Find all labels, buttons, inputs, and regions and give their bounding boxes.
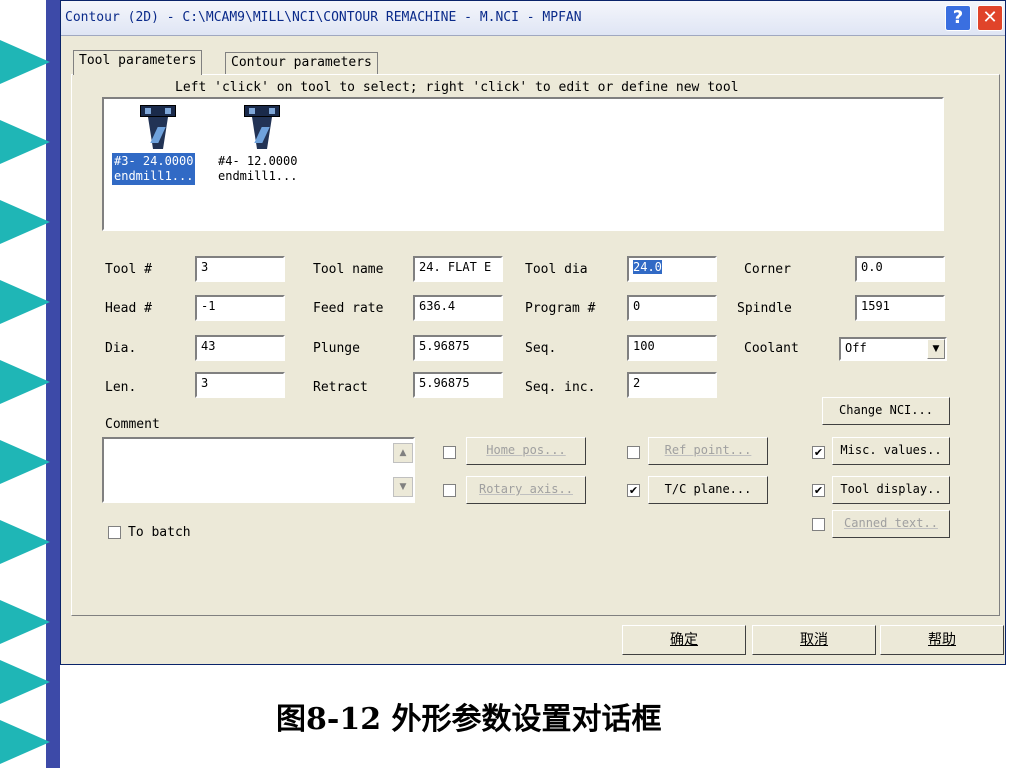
- figure-caption: 图8-12 外形参数设置对话框: [276, 702, 662, 737]
- tool-label: #3- 24.0000 endmill1...: [112, 153, 196, 185]
- to-batch-label: To batch: [128, 525, 191, 540]
- coolant-select[interactable]: Off ▼: [839, 337, 947, 361]
- plunge-field[interactable]: 5.96875: [413, 335, 503, 361]
- tab-contour-parameters[interactable]: Contour parameters: [225, 52, 378, 75]
- feed-rate-field[interactable]: 636.4: [413, 295, 503, 321]
- close-icon[interactable]: ✕: [977, 5, 1003, 31]
- coolant-value: Off: [845, 341, 867, 355]
- tool-item[interactable]: #4- 12.0000 endmill1...: [216, 105, 326, 185]
- tool-list[interactable]: #3- 24.0000 endmill1... #4- 12.0000 endm…: [102, 97, 944, 231]
- seq-inc-field[interactable]: 2: [627, 372, 717, 398]
- help-button[interactable]: 帮助: [880, 625, 1004, 655]
- spindle-field[interactable]: 1591: [855, 295, 945, 321]
- program-num-field[interactable]: 0: [627, 295, 717, 321]
- tool-name-field[interactable]: 24. FLAT E: [413, 256, 503, 282]
- question-icon[interactable]: ?: [945, 5, 971, 31]
- chevron-down-icon[interactable]: ▼: [927, 339, 945, 359]
- comment-label: Comment: [105, 417, 160, 432]
- title-bar: Contour (2D) - C:\MCAM9\MILL\NCI\CONTOUR…: [61, 1, 1005, 36]
- rotary-axis-button[interactable]: Rotary axis..: [466, 476, 586, 504]
- tool-dia-field[interactable]: 24.0: [627, 256, 717, 282]
- corner-label: Corner: [744, 262, 791, 277]
- endmill-icon: [244, 105, 280, 149]
- spindle-label: Spindle: [737, 301, 792, 316]
- seq-label: Seq.: [525, 341, 557, 356]
- misc-values-button[interactable]: Misc. values..: [832, 437, 950, 465]
- decorative-stripe: [0, 0, 62, 768]
- coolant-label: Coolant: [744, 341, 799, 356]
- cancel-button[interactable]: 取消: [752, 625, 876, 655]
- scroll-down-icon[interactable]: ▼: [393, 477, 413, 497]
- ok-button[interactable]: 确定: [622, 625, 746, 655]
- ref-point-checkbox[interactable]: [627, 446, 640, 459]
- tool-num-field[interactable]: 3: [195, 256, 285, 282]
- change-nci-button[interactable]: Change NCI...: [822, 397, 950, 425]
- tab-tool-parameters[interactable]: Tool parameters: [73, 50, 203, 75]
- tc-plane-button[interactable]: T/C plane...: [648, 476, 768, 504]
- canned-text-checkbox[interactable]: [812, 518, 825, 531]
- retract-field[interactable]: 5.96875: [413, 372, 503, 398]
- len-label: Len.: [105, 380, 137, 395]
- feed-rate-label: Feed rate: [313, 301, 384, 316]
- rotary-axis-checkbox[interactable]: [443, 484, 456, 497]
- len-field[interactable]: 3: [195, 372, 285, 398]
- comment-field[interactable]: ▲ ▼: [102, 437, 415, 503]
- tool-num-label: Tool #: [105, 262, 152, 277]
- plunge-label: Plunge: [313, 341, 360, 356]
- misc-values-checkbox[interactable]: ✔: [812, 446, 825, 459]
- seq-inc-label: Seq. inc.: [525, 380, 596, 395]
- tool-display-button[interactable]: Tool display..: [832, 476, 950, 504]
- home-pos-checkbox[interactable]: [443, 446, 456, 459]
- tool-item[interactable]: #3- 24.0000 endmill1...: [112, 105, 222, 185]
- canned-text-button[interactable]: Canned text..: [832, 510, 950, 538]
- tool-label: #4- 12.0000 endmill1...: [218, 154, 298, 183]
- program-num-label: Program #: [525, 301, 596, 316]
- retract-label: Retract: [313, 380, 368, 395]
- tool-hint-text: Left 'click' on tool to select; right 'c…: [175, 80, 739, 95]
- tc-plane-checkbox[interactable]: ✔: [627, 484, 640, 497]
- window-title: Contour (2D) - C:\MCAM9\MILL\NCI\CONTOUR…: [65, 10, 582, 25]
- corner-field[interactable]: 0.0: [855, 256, 945, 282]
- tool-display-checkbox[interactable]: ✔: [812, 484, 825, 497]
- tool-name-label: Tool name: [313, 262, 384, 277]
- dia-label: Dia.: [105, 341, 137, 356]
- head-num-label: Head #: [105, 301, 152, 316]
- home-pos-button[interactable]: Home pos...: [466, 437, 586, 465]
- ref-point-button[interactable]: Ref point...: [648, 437, 768, 465]
- head-num-field[interactable]: -1: [195, 295, 285, 321]
- to-batch-checkbox[interactable]: [108, 526, 121, 539]
- endmill-icon: [140, 105, 176, 149]
- scroll-up-icon[interactable]: ▲: [393, 443, 413, 463]
- dia-field[interactable]: 43: [195, 335, 285, 361]
- seq-field[interactable]: 100: [627, 335, 717, 361]
- tool-dia-label: Tool dia: [525, 262, 588, 277]
